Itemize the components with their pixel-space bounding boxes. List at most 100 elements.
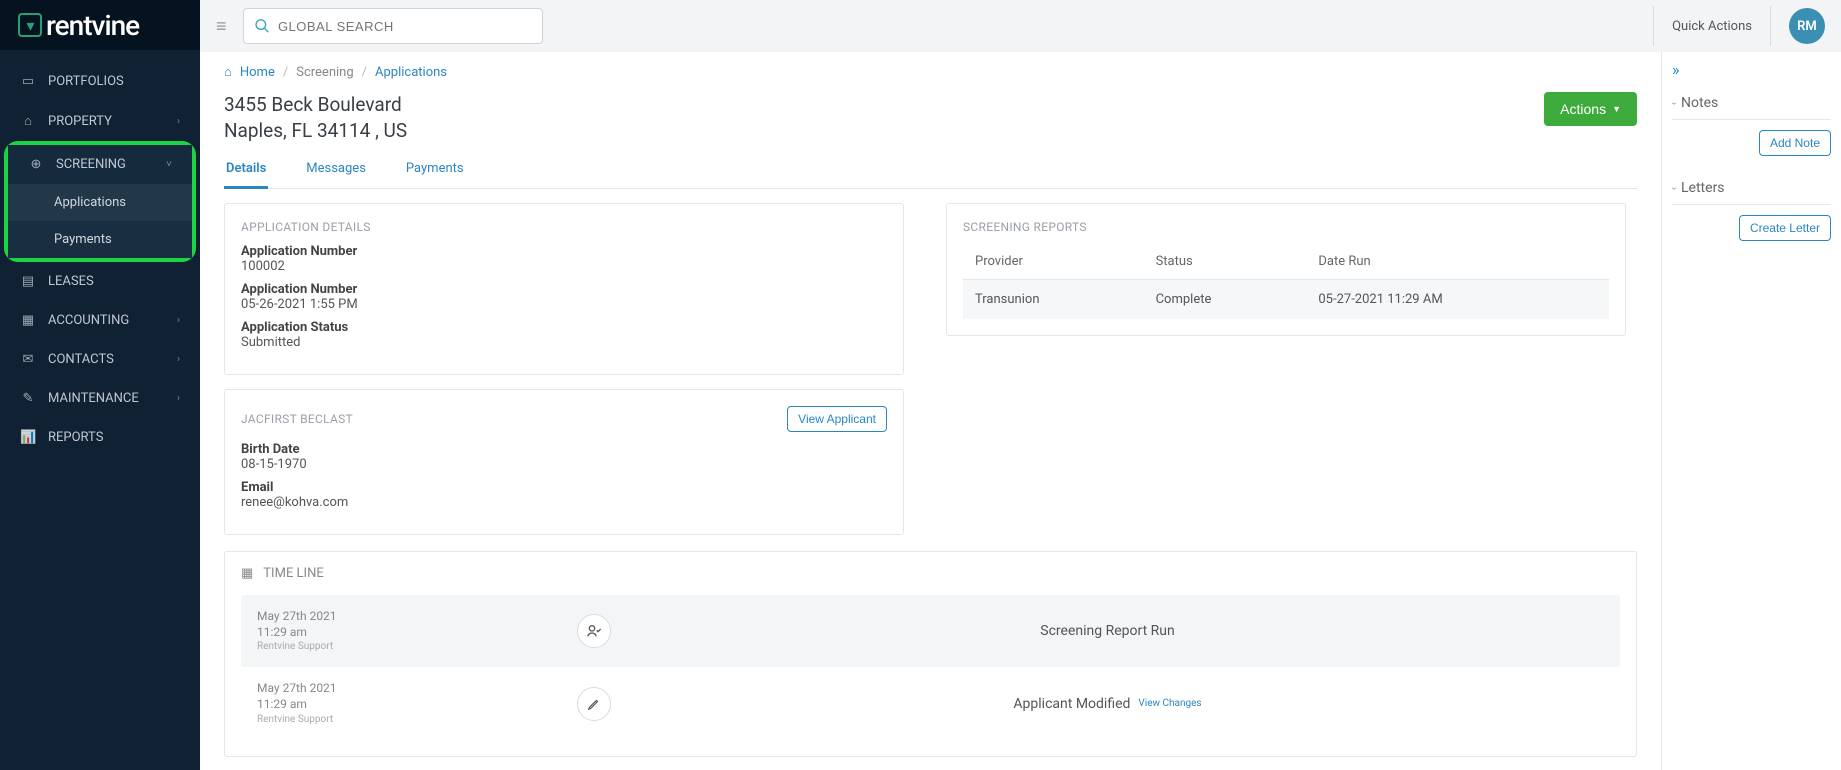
nav-reports[interactable]: 📊 REPORTS xyxy=(0,418,200,457)
right-panel: » › Notes Add Note › Letters Create Lett… xyxy=(1661,52,1841,770)
search-icon: ⊕ xyxy=(28,157,44,172)
add-note-button[interactable]: Add Note xyxy=(1759,130,1831,156)
timeline-row: May 27th 2021 11:29 am Rentvine Support … xyxy=(241,595,1620,667)
timeline-desc: Applicant Modified xyxy=(1013,696,1130,712)
nav-label: MAINTENANCE xyxy=(48,391,139,406)
screening-reports-card: SCREENING REPORTS Provider Status Date R… xyxy=(946,203,1626,336)
expand-panel-icon[interactable]: » xyxy=(1672,60,1831,79)
screening-submenu: Applications Payments xyxy=(8,184,192,258)
user-avatar[interactable]: RM xyxy=(1789,8,1825,44)
nav-accounting[interactable]: ▦ACCOUNTING › xyxy=(0,301,200,340)
letters-section-header[interactable]: › Letters xyxy=(1672,172,1831,205)
search-input[interactable] xyxy=(278,19,532,34)
sidebar: ▾ rentvine ▭ PORTFOLIOS ⌂ PROPERTY › ⊕ SCRE… xyxy=(0,0,200,770)
screening-group-highlight: ⊕ SCREENING ˅ Applications Payments xyxy=(4,141,196,262)
screening-reports-table: Provider Status Date Run Transunion Comp… xyxy=(963,244,1609,319)
timeline-date: May 27th 2021 xyxy=(257,609,577,625)
brand-logo[interactable]: ▾ rentvine xyxy=(0,0,200,50)
chevron-right-icon: › xyxy=(177,354,180,365)
nav-leases[interactable]: ▤ LEASES xyxy=(0,262,200,301)
card-title: APPLICATION DETAILS xyxy=(225,204,903,244)
chart-icon: 📊 xyxy=(20,430,36,445)
main-nav: ▭ PORTFOLIOS ⌂ PROPERTY › ⊕ SCREENING ˅ App… xyxy=(0,62,200,457)
card-title: TIME LINE xyxy=(263,566,323,581)
pencil-icon xyxy=(577,687,611,721)
chevron-down-icon: › xyxy=(1668,101,1679,104)
view-changes-link[interactable]: View Changes xyxy=(1138,698,1201,709)
page-title: 3455 Beck Boulevard Naples, FL 34114 , U… xyxy=(224,92,407,143)
brand-name: rentvine xyxy=(46,9,139,42)
main-area: ≡ Quick Actions RM ⌂ Home / Screening / xyxy=(200,0,1841,770)
field-label: Email xyxy=(241,480,887,495)
timeline-card: ▦ TIME LINE May 27th 2021 11:29 am Rentv… xyxy=(224,551,1637,756)
card-title: JACFIRST BECLAST xyxy=(241,412,353,426)
chevron-right-icon: › xyxy=(177,116,180,127)
timeline-desc: Screening Report Run xyxy=(1040,623,1174,639)
nav-maintenance[interactable]: ✎MAINTENANCE › xyxy=(0,379,200,418)
chevron-down-icon: › xyxy=(1668,186,1679,189)
quick-actions-link[interactable]: Quick Actions xyxy=(1672,19,1752,34)
field-value: renee@kohva.com xyxy=(241,495,887,510)
table-header: Provider xyxy=(963,244,1144,280)
timeline-time: 11:29 am xyxy=(257,625,577,641)
field-value: 08-15-1970 xyxy=(241,457,887,472)
nav-label: SCREENING xyxy=(56,157,126,172)
brand-icon: ▾ xyxy=(18,13,42,37)
breadcrumb-screening: Screening xyxy=(296,65,353,80)
chevron-down-icon: ˅ xyxy=(166,159,172,170)
chat-icon: ✉ xyxy=(20,352,36,367)
view-applicant-button[interactable]: View Applicant xyxy=(787,406,887,432)
chevron-right-icon: › xyxy=(177,393,180,404)
field-value: Submitted xyxy=(241,335,887,350)
chevron-right-icon: › xyxy=(177,315,180,326)
breadcrumb-home[interactable]: Home xyxy=(240,65,275,80)
section-title: Notes xyxy=(1681,95,1718,111)
breadcrumb-applications[interactable]: Applications xyxy=(375,65,447,80)
nav-label: LEASES xyxy=(48,274,94,289)
actions-button[interactable]: Actions ▼ xyxy=(1544,92,1637,126)
field-label: Application Number xyxy=(241,244,887,259)
search-icon xyxy=(254,17,270,35)
breadcrumb: ⌂ Home / Screening / Applications xyxy=(224,64,1637,80)
notes-section-header[interactable]: › Notes xyxy=(1672,87,1831,120)
section-title: Letters xyxy=(1681,180,1725,196)
field-label: Birth Date xyxy=(241,442,887,457)
subnav-label: Applications xyxy=(54,195,126,210)
content-scroll: ⌂ Home / Screening / Applications 3455 B… xyxy=(200,52,1661,770)
table-cell: Complete xyxy=(1144,280,1307,320)
nav-contacts[interactable]: ✉ CONTACTS › xyxy=(0,340,200,379)
home-icon: ⌂ xyxy=(20,113,36,129)
folder-icon: ▭ xyxy=(20,74,36,89)
timeline-date: May 27th 2021 xyxy=(257,681,577,697)
nav-label: PORTFOLIOS xyxy=(48,74,124,89)
table-cell: Transunion xyxy=(963,280,1144,320)
nav-label: REPORTS xyxy=(48,430,103,445)
table-header: Status xyxy=(1144,244,1307,280)
timeline-user: Rentvine Support xyxy=(257,713,577,726)
tab-payments[interactable]: Payments xyxy=(404,151,466,188)
nav-label: CONTACTS xyxy=(48,352,114,367)
field-value: 05-26-2021 1:55 PM xyxy=(241,297,887,312)
timeline-time: 11:29 am xyxy=(257,697,577,713)
applicant-card: JACFIRST BECLAST View Applicant Birth Da… xyxy=(224,389,904,535)
field-label: Application Number xyxy=(241,282,887,297)
field-label: Application Status xyxy=(241,320,887,335)
nav-label: ACCOUNTING xyxy=(48,313,129,328)
nav-property[interactable]: ⌂ PROPERTY › xyxy=(0,101,200,141)
subnav-applications[interactable]: Applications xyxy=(8,184,192,221)
nav-label: PROPERTY xyxy=(48,114,112,129)
menu-toggle-icon[interactable]: ≡ xyxy=(216,16,227,37)
nav-screening[interactable]: ⊕ SCREENING ˅ xyxy=(8,145,192,184)
global-search[interactable] xyxy=(243,8,543,44)
tab-messages[interactable]: Messages xyxy=(304,151,368,188)
create-letter-button[interactable]: Create Letter xyxy=(1739,215,1831,241)
document-icon: ▤ xyxy=(20,274,36,289)
tab-details[interactable]: Details xyxy=(224,151,268,189)
timeline-user: Rentvine Support xyxy=(257,640,577,653)
caret-down-icon: ▼ xyxy=(1612,104,1621,114)
application-details-card: APPLICATION DETAILS Application Number10… xyxy=(224,203,904,375)
table-row[interactable]: Transunion Complete 05-27-2021 11:29 AM xyxy=(963,280,1609,320)
subnav-payments[interactable]: Payments xyxy=(8,221,192,258)
nav-portfolios[interactable]: ▭ PORTFOLIOS xyxy=(0,62,200,101)
tabs: Details Messages Payments xyxy=(224,151,1637,189)
